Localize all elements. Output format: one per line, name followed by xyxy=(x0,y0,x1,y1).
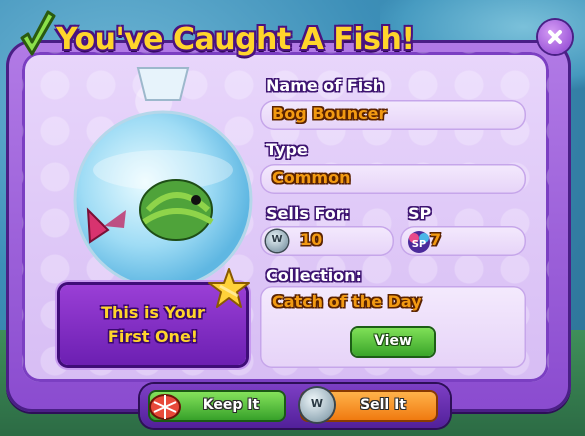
check-icon xyxy=(20,10,56,56)
collection-label: Collection: xyxy=(266,266,362,285)
svg-text:SP: SP xyxy=(412,239,427,250)
sell-it-label: Sell It xyxy=(360,397,406,413)
sells-for-value: 10 xyxy=(300,230,323,249)
view-collection-button[interactable]: View xyxy=(352,328,434,356)
sp-field: SP 7 xyxy=(400,226,526,256)
fish-name-field: Bog Bouncer xyxy=(260,100,526,130)
dialog-title: You've Caught A Fish! xyxy=(56,22,415,57)
collection-value: Catch of the Day xyxy=(272,292,422,311)
sells-for-field: W 10 xyxy=(260,226,394,256)
sells-for-label: Sells For: xyxy=(266,204,350,223)
sp-value: 7 xyxy=(430,230,442,249)
sp-icon: SP xyxy=(408,231,430,253)
fish-type-value: Common xyxy=(272,168,351,187)
coin-icon: W xyxy=(266,230,288,252)
sp-label: SP xyxy=(408,204,432,223)
close-button[interactable] xyxy=(538,20,572,54)
fishing-net-icon xyxy=(149,394,181,420)
fish-type-label: Type xyxy=(266,140,308,159)
fish-bag-image xyxy=(73,67,253,290)
keep-it-label: Keep It xyxy=(202,397,260,413)
first-one-line2: First One! xyxy=(107,327,199,346)
coin-icon: W xyxy=(300,388,334,422)
view-button-label: View xyxy=(374,333,412,349)
fish-type-field: Common xyxy=(260,164,526,194)
fish-name-label: Name of Fish xyxy=(266,76,385,95)
star-icon xyxy=(208,268,250,308)
fish-name-value: Bog Bouncer xyxy=(272,104,387,123)
